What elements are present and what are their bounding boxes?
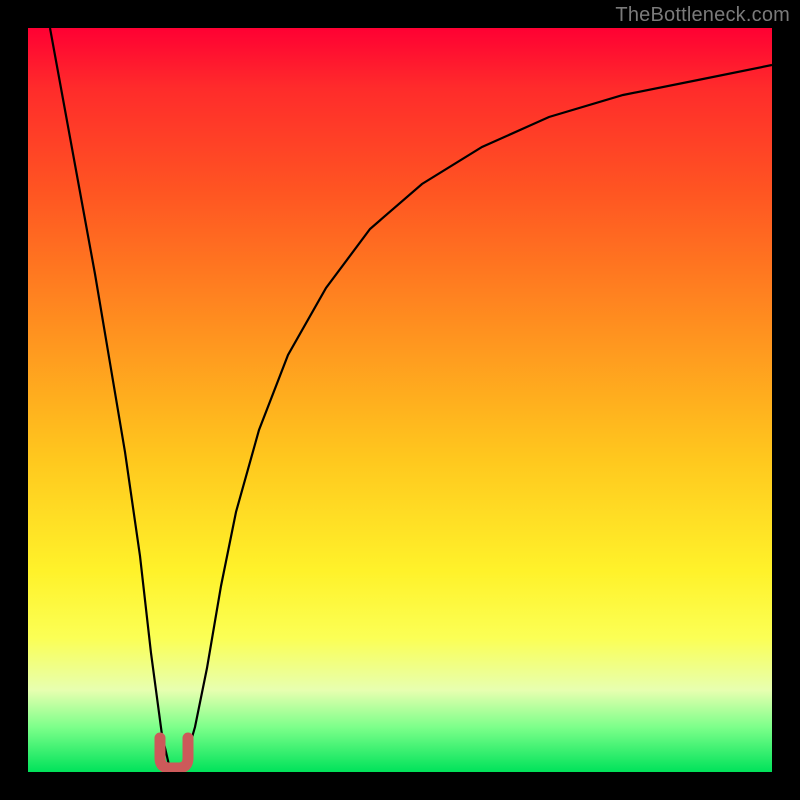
plot-area bbox=[28, 28, 772, 772]
chart-frame: TheBottleneck.com bbox=[0, 0, 800, 800]
bottleneck-curve bbox=[50, 28, 772, 772]
minimum-marker bbox=[160, 738, 188, 768]
watermark-text: TheBottleneck.com bbox=[615, 4, 790, 27]
curve-svg bbox=[28, 28, 772, 772]
